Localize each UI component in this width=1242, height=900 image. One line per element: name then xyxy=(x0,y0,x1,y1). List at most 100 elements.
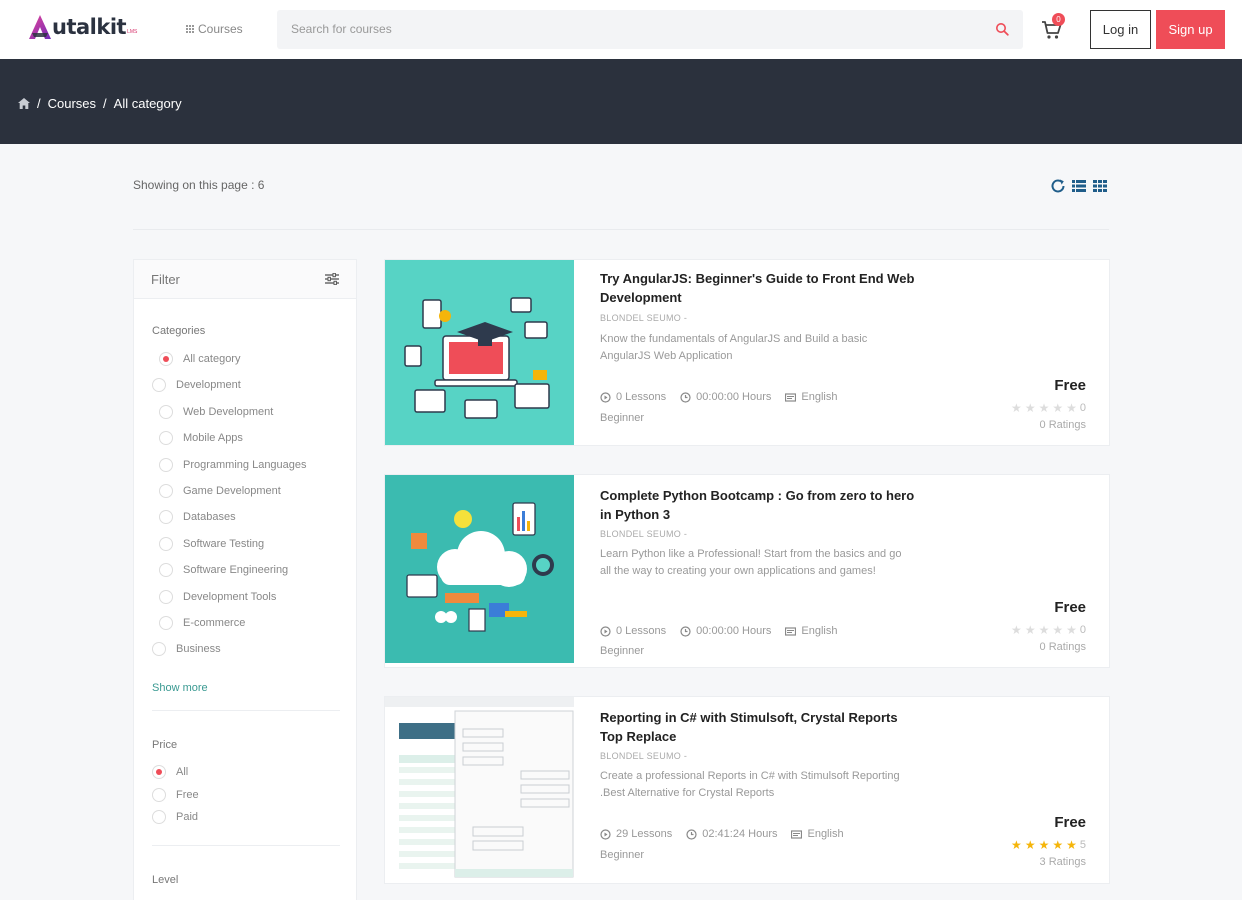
top-header: utalkit LMS Courses 0 Log in Sign up xyxy=(0,0,1242,59)
lessons-meta: 0 Lessons xyxy=(600,625,666,637)
ratings-count: 3 Ratings xyxy=(1039,856,1086,868)
list-view-icon[interactable] xyxy=(1071,178,1087,194)
radio[interactable] xyxy=(159,405,173,419)
course-title[interactable]: Reporting in C# with Stimulsoft, Crystal… xyxy=(600,708,920,746)
course-description: Create a professional Reports in C# with… xyxy=(600,770,900,799)
login-button[interactable]: Log in xyxy=(1090,10,1151,49)
radio[interactable] xyxy=(159,563,173,577)
radio[interactable] xyxy=(159,484,173,498)
course-rating: ★ ★ ★ ★ ★ 0 xyxy=(1011,623,1086,637)
radio[interactable] xyxy=(159,458,173,472)
brand-name: utalkit xyxy=(52,15,127,39)
logo-mark-icon xyxy=(29,15,51,39)
price-label: Paid xyxy=(176,811,199,823)
course-title[interactable]: Try AngularJS: Beginner's Guide to Front… xyxy=(600,269,920,307)
category-option-game-development[interactable]: Game Development xyxy=(159,484,281,498)
radio-selected[interactable] xyxy=(152,765,166,779)
signup-button[interactable]: Sign up xyxy=(1156,10,1225,49)
radio[interactable] xyxy=(159,616,173,630)
course-rating: ★ ★ ★ ★ ★ 5 xyxy=(1011,838,1086,852)
radio[interactable] xyxy=(159,537,173,551)
course-author[interactable]: BLONDEL SEUMO - xyxy=(600,313,687,323)
category-option-all[interactable]: All category xyxy=(159,352,240,366)
search-bar xyxy=(277,10,1023,49)
star-icon: ★ xyxy=(1038,401,1050,415)
course-thumbnail[interactable] xyxy=(385,475,574,663)
brand-sub: LMS xyxy=(127,29,138,35)
radio-selected[interactable] xyxy=(159,352,173,366)
category-label: Databases xyxy=(183,511,236,523)
duration-meta: 00:00:00 Hours xyxy=(680,391,771,403)
course-meta: 0 Lessons 00:00:00 Hours English xyxy=(600,625,851,637)
language-value: English xyxy=(807,828,844,840)
clock-icon xyxy=(686,828,697,840)
brand-logo[interactable]: utalkit LMS xyxy=(28,14,137,40)
radio[interactable] xyxy=(152,810,166,824)
star-icon: ★ xyxy=(1052,623,1064,637)
course-price: Free xyxy=(1054,599,1086,616)
course-thumbnail[interactable] xyxy=(385,260,574,445)
sliders-icon[interactable] xyxy=(325,273,339,285)
category-label: Software Testing xyxy=(183,538,265,550)
home-icon[interactable] xyxy=(18,98,30,109)
showing-count: Showing on this page : 6 xyxy=(133,178,265,192)
price-option-paid[interactable]: Paid xyxy=(152,810,198,824)
category-label: Web Development xyxy=(183,406,274,418)
category-option-software-engineering[interactable]: Software Engineering xyxy=(159,563,288,577)
star-icon: ★ xyxy=(1011,623,1022,637)
cart-count-badge: 0 xyxy=(1052,13,1065,26)
course-thumbnail[interactable] xyxy=(385,697,574,883)
grid-view-icon[interactable] xyxy=(1092,178,1108,194)
star-icon: ★ xyxy=(1038,623,1050,637)
star-icon: ★ xyxy=(1011,401,1022,415)
price-option-free[interactable]: Free xyxy=(152,788,199,802)
language-meta: English xyxy=(785,391,837,403)
level-title: Level xyxy=(152,874,179,886)
course-author[interactable]: BLONDEL SEUMO - xyxy=(600,751,687,761)
course-card[interactable]: Complete Python Bootcamp : Go from zero … xyxy=(384,474,1110,668)
lessons-icon xyxy=(600,625,611,637)
radio[interactable] xyxy=(159,510,173,524)
category-option-databases[interactable]: Databases xyxy=(159,510,236,524)
radio[interactable] xyxy=(152,642,166,656)
refresh-icon[interactable] xyxy=(1050,178,1066,194)
language-meta: English xyxy=(791,828,844,840)
content-divider xyxy=(133,229,1109,230)
breadcrumb: / Courses / All category xyxy=(18,96,182,111)
lessons-count: 0 Lessons xyxy=(616,625,667,637)
show-more-link[interactable]: Show more xyxy=(152,682,208,694)
category-option-web-development[interactable]: Web Development xyxy=(159,405,273,419)
category-option-business[interactable]: Business xyxy=(152,642,221,656)
category-option-e-commerce[interactable]: E-commerce xyxy=(159,616,245,630)
language-icon xyxy=(785,626,797,636)
breadcrumb-item-courses[interactable]: Courses xyxy=(48,96,96,111)
course-description: Know the fundamentals of AngularJS and B… xyxy=(600,333,868,362)
clock-icon xyxy=(680,625,691,637)
course-card[interactable]: Reporting in C# with Stimulsoft, Crystal… xyxy=(384,696,1110,884)
search-input[interactable] xyxy=(291,20,981,38)
duration-value: 00:00:00 Hours xyxy=(696,391,772,403)
course-meta: 29 Lessons 02:41:24 Hours English xyxy=(600,828,858,840)
category-option-software-testing[interactable]: Software Testing xyxy=(159,537,264,551)
radio[interactable] xyxy=(159,431,173,445)
course-card[interactable]: Try AngularJS: Beginner's Guide to Front… xyxy=(384,259,1110,446)
search-icon[interactable] xyxy=(995,22,1009,36)
category-label: Business xyxy=(176,643,221,655)
course-title[interactable]: Complete Python Bootcamp : Go from zero … xyxy=(600,486,920,524)
category-label: All category xyxy=(183,353,241,365)
courses-menu[interactable]: Courses xyxy=(186,22,243,36)
price-option-all[interactable]: All xyxy=(152,765,188,779)
courses-menu-label: Courses xyxy=(198,22,243,36)
category-label: Development xyxy=(176,379,241,391)
category-option-development-tools[interactable]: Development Tools xyxy=(159,590,276,604)
category-option-programming-languages[interactable]: Programming Languages xyxy=(159,458,307,472)
course-author[interactable]: BLONDEL SEUMO - xyxy=(600,529,687,539)
radio[interactable] xyxy=(152,788,166,802)
radio[interactable] xyxy=(159,590,173,604)
star-icon: ★ xyxy=(1024,401,1036,415)
category-option-development[interactable]: Development xyxy=(152,378,241,392)
language-icon xyxy=(785,392,797,402)
course-meta: 0 Lessons 00:00:00 Hours English xyxy=(600,391,851,403)
category-option-mobile-apps[interactable]: Mobile Apps xyxy=(159,431,243,445)
radio[interactable] xyxy=(152,378,166,392)
